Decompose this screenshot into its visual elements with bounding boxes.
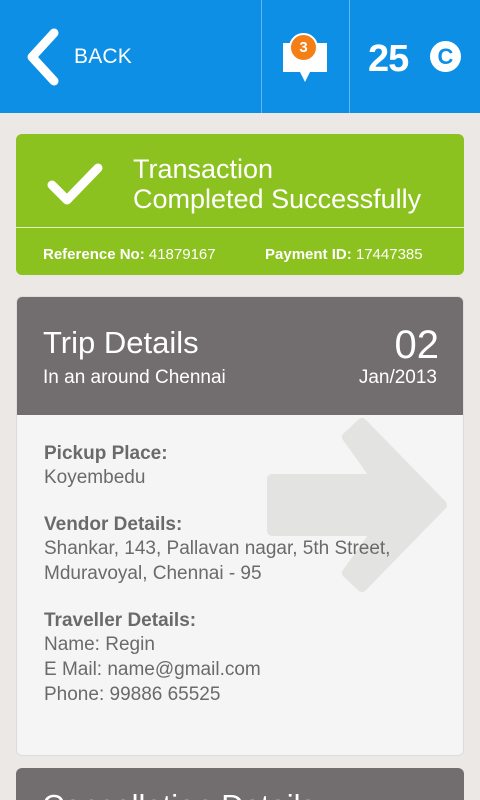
- trip-title: Trip Details: [43, 325, 199, 360]
- payment-value: 17447385: [355, 246, 423, 263]
- vendor-address-line: Mduravoyal, Chennai - 95: [44, 563, 262, 584]
- pickup-value: Koyembedu: [44, 467, 146, 488]
- trip-details-body: Pickup Place: Koyembedu Vendor Details: …: [44, 443, 444, 707]
- status-title-line: Completed Successfully: [133, 184, 422, 214]
- checkmark-icon: [47, 163, 103, 205]
- reference-label: Reference No:: [43, 246, 145, 263]
- notification-badge: 3: [289, 33, 318, 62]
- divider: [16, 227, 464, 228]
- back-arrow-icon: [27, 28, 59, 86]
- trip-day: 02: [394, 323, 440, 367]
- credits-value: 25: [368, 38, 409, 80]
- pickup-label: Pickup Place:: [44, 443, 168, 464]
- trip-month-year: Jan/2013: [358, 367, 437, 388]
- trip-details-header: Trip Details In an around Chennai 02 Jan…: [17, 297, 463, 415]
- payment-label: Payment ID:: [265, 246, 352, 263]
- transaction-status-title: Transaction Completed Successfully: [133, 154, 453, 214]
- cancellation-details-card[interactable]: Cancellation Details: [16, 768, 464, 800]
- payment-id: Payment ID: 17447385: [265, 242, 423, 267]
- notifications-button[interactable]: 3: [262, 0, 348, 113]
- reference-value: 41879167: [148, 246, 216, 263]
- top-bar: BACK 3 25 C: [0, 0, 480, 113]
- traveller-phone: Phone: 99886 65525: [44, 684, 221, 705]
- trip-details-card: Trip Details In an around Chennai 02 Jan…: [16, 296, 464, 756]
- status-title-line: Transaction: [133, 154, 274, 184]
- divider: [349, 0, 350, 113]
- traveller-label: Traveller Details:: [44, 610, 197, 631]
- trip-subtitle: In an around Chennai: [43, 367, 226, 388]
- traveller-email: E Mail: name@gmail.com: [44, 659, 261, 680]
- transaction-status-card: Transaction Completed Successfully Refer…: [16, 134, 464, 275]
- traveller-name: Name: Regin: [44, 634, 155, 655]
- credits-display[interactable]: 25 C: [351, 0, 480, 113]
- reference-number: Reference No: 41879167: [43, 242, 216, 267]
- vendor-label: Vendor Details:: [44, 514, 183, 535]
- back-button[interactable]: BACK: [0, 0, 260, 113]
- cancellation-title: Cancellation Details: [42, 788, 316, 800]
- back-label: BACK: [74, 45, 132, 68]
- vendor-address-line: Shankar, 143, Pallavan nagar, 5th Street…: [44, 538, 391, 559]
- coin-icon: C: [430, 41, 461, 72]
